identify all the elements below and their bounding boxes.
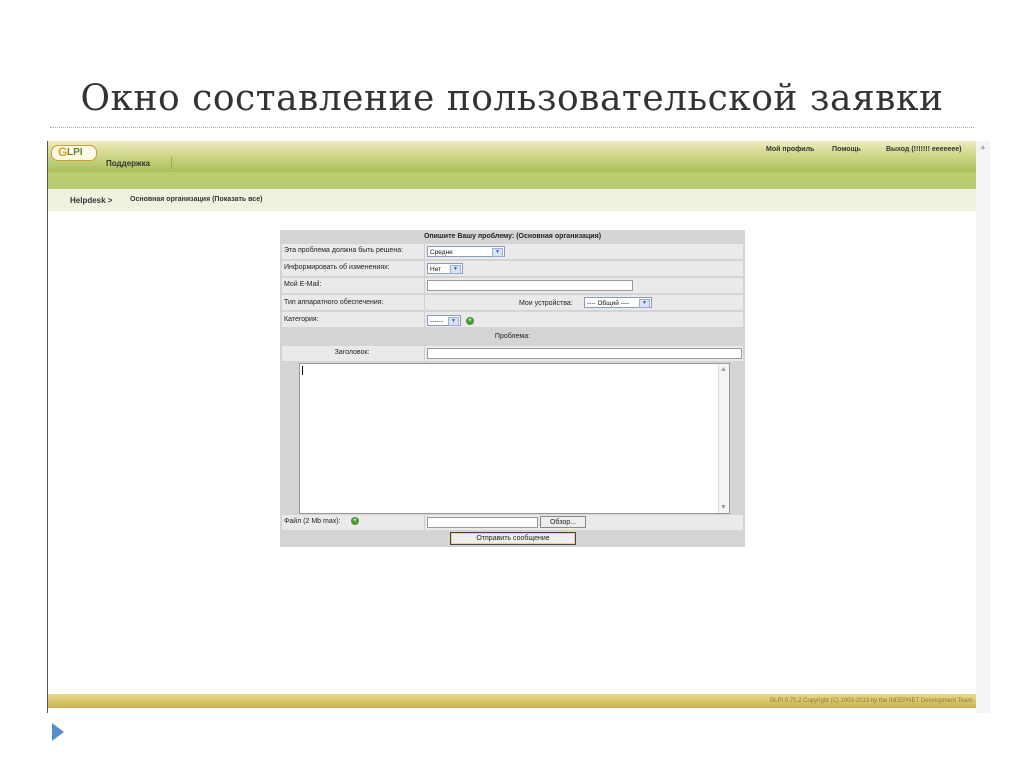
chevron-down-icon: ▼ <box>450 265 461 274</box>
sub-menu-bar <box>48 172 976 189</box>
urgency-select[interactable]: Средне ▼ <box>427 246 505 257</box>
nav-tab-support[interactable]: Поддержка <box>106 159 150 168</box>
page-scrollbar[interactable]: ▲ <box>976 141 990 713</box>
chevron-down-icon: ▼ <box>639 299 650 308</box>
footer-bar: GLPI 0.70.2 Copyright (C) 2003-2013 by t… <box>48 694 976 708</box>
cell-divider <box>424 244 425 259</box>
my-profile-link[interactable]: Мой профиль <box>766 146 814 153</box>
top-nav-bar: G LPI Поддержка Мой профиль Помощь Выход… <box>48 141 976 172</box>
text-caret <box>302 366 303 375</box>
hardware-label: Тип аппаратного обеспечения: <box>284 299 384 306</box>
logout-link[interactable]: Выход (!!!!!!! eeeeeee) <box>886 146 962 153</box>
chevron-down-icon: ▼ <box>448 317 459 326</box>
file-label: Файл (2 Mb max): <box>284 518 341 525</box>
textarea-scrollbar[interactable]: ▲ ▼ <box>718 364 729 513</box>
category-select-value: ------ <box>430 318 443 325</box>
category-row <box>282 312 743 327</box>
cell-divider <box>424 278 425 293</box>
glpi-window: G LPI Поддержка Мой профиль Помощь Выход… <box>47 141 990 713</box>
email-input[interactable] <box>427 280 633 291</box>
cell-divider <box>424 295 425 310</box>
logo-text: LPI <box>67 147 83 158</box>
devices-select[interactable]: ---- Общий ---- ▼ <box>584 297 652 308</box>
play-triangle-icon <box>52 723 64 741</box>
file-path-input[interactable] <box>427 517 538 528</box>
add-category-icon[interactable]: + <box>466 317 474 325</box>
chevron-down-icon: ▼ <box>492 248 503 257</box>
breadcrumb: Helpdesk > Основная организация (Показат… <box>48 189 976 211</box>
urgency-select-value: Средне <box>430 249 453 256</box>
urgency-label: Эта проблема должна быть решена: <box>284 247 404 254</box>
copyright-text: GLPI 0.70.2 Copyright (C) 2003-2013 by t… <box>769 698 974 704</box>
form-title: Опишите Вашу проблему: (Основная организ… <box>423 233 602 240</box>
notify-select-value: Нет <box>430 266 442 273</box>
cell-divider <box>424 346 425 361</box>
add-file-icon[interactable]: + <box>351 517 359 525</box>
description-textarea[interactable]: ▲ ▼ <box>299 363 730 514</box>
devices-select-value: ---- Общий ---- <box>587 300 630 307</box>
category-label: Категория: <box>284 316 319 323</box>
cell-divider <box>424 312 425 327</box>
breadcrumb-current-page[interactable]: Основная организация (Показать все) <box>130 196 262 203</box>
chevron-down-icon[interactable]: ▼ <box>720 504 727 511</box>
submit-button[interactable]: Отправить сообщение <box>450 532 576 545</box>
chevron-up-icon[interactable]: ▲ <box>720 366 727 373</box>
subject-label: Заголовок: <box>334 349 370 356</box>
ticket-form: Опишите Вашу проблему: (Основная организ… <box>280 230 745 547</box>
subject-input[interactable] <box>427 348 742 359</box>
title-divider <box>50 127 974 128</box>
logo-g: G <box>58 145 68 159</box>
slide-title: Окно составление пользовательской заявки <box>80 78 944 119</box>
email-label: Мой E-Mail: <box>284 281 322 288</box>
notify-select[interactable]: Нет ▼ <box>427 263 463 274</box>
cell-divider <box>424 261 425 276</box>
glpi-logo[interactable]: G LPI <box>51 145 97 161</box>
nav-separator <box>171 157 172 169</box>
category-select[interactable]: ------ ▼ <box>427 315 461 326</box>
chevron-up-icon[interactable]: ▲ <box>979 144 987 152</box>
help-link[interactable]: Помощь <box>832 146 861 153</box>
problem-label: Проблема: <box>494 333 531 340</box>
breadcrumb-helpdesk-link[interactable]: Helpdesk > <box>70 196 112 205</box>
notify-label: Информировать об изменениях: <box>284 264 390 271</box>
my-devices-label: Мои устройства: <box>519 300 573 307</box>
browse-button[interactable]: Обзор... <box>540 516 586 528</box>
cell-divider <box>424 515 425 530</box>
